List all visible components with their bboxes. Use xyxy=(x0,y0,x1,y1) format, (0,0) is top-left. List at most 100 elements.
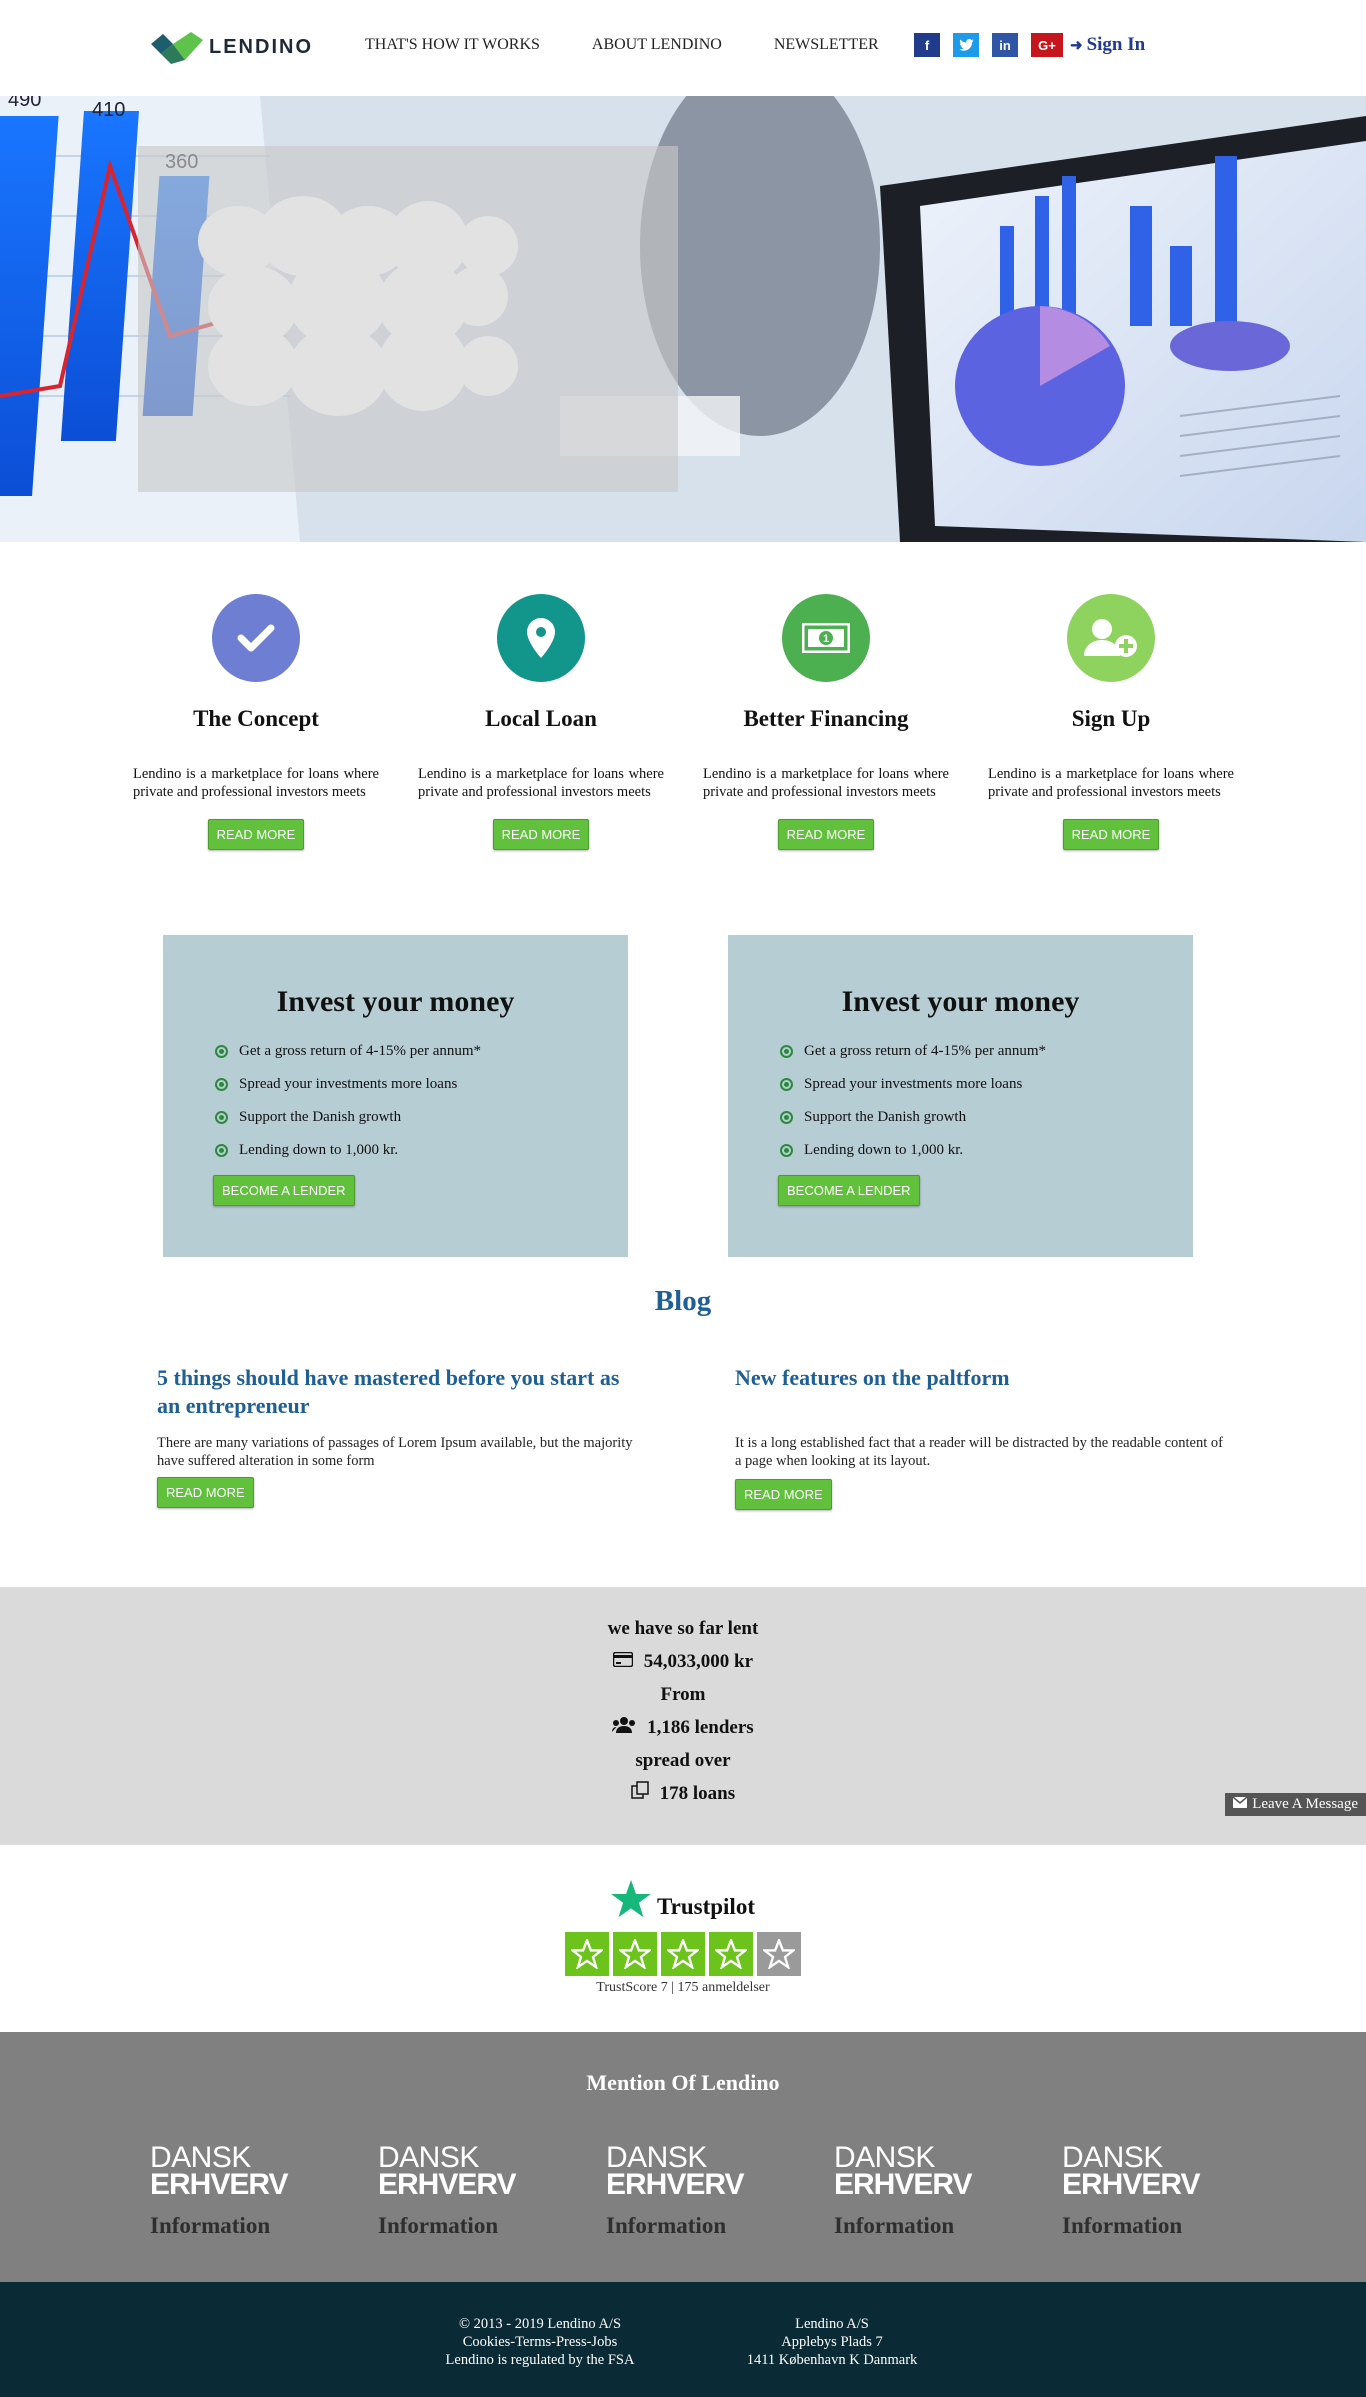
sign-in-icon: ➜ xyxy=(1070,37,1083,54)
feature-text: Lendino is a marketplace for loans where… xyxy=(988,766,1234,800)
hero-banner: 490 410 360 xyxy=(0,96,1366,542)
mention-logo[interactable]: DANSK ERHVERV Information xyxy=(150,2143,304,2239)
invest-benefits-list: Get a gross return of 4-15% per annum* S… xyxy=(163,1035,628,1167)
page: LENDINO THAT'S HOW IT WORKS ABOUT LENDIN… xyxy=(0,0,1366,2397)
social-links: f in G+ ➜ Sign In xyxy=(914,33,1145,57)
read-more-button[interactable]: READ MORE xyxy=(492,819,590,850)
feature-text: Lendino is a marketplace for loans where… xyxy=(703,766,949,800)
company-name: Lendino A/S xyxy=(795,2316,869,2332)
invest-title: Invest your money xyxy=(276,985,515,1018)
read-more-button[interactable]: READ MORE xyxy=(777,819,875,850)
mention-logo[interactable]: DANSK ERHVERV Information xyxy=(606,2143,760,2239)
post-title[interactable]: New features on the paltform xyxy=(735,1364,1225,1392)
radio-bullet-icon xyxy=(215,1111,228,1124)
blog-heading: Blog xyxy=(654,1285,712,1317)
radio-bullet-icon xyxy=(780,1144,793,1157)
linkedin-icon[interactable]: in xyxy=(992,33,1018,57)
trustpilot-header: Trustpilot xyxy=(0,1880,1366,1923)
leave-message-button[interactable]: Leave A Message xyxy=(1225,1793,1366,1816)
become-lender-button[interactable]: BECOME A LENDER xyxy=(778,1175,920,1206)
regulation-text: Lendino is regulated by the FSA xyxy=(445,2352,635,2368)
twitter-icon[interactable] xyxy=(953,33,979,57)
feature-title: Local Loan xyxy=(485,706,597,731)
credit-card-icon xyxy=(612,1651,638,1672)
nav-newsletter[interactable]: NEWSLETTER xyxy=(774,36,879,54)
stat-loans: 178 loans xyxy=(0,1777,1366,1810)
site-footer: © 2013 - 2019 Lendino A/S Cookies-Terms-… xyxy=(0,2282,1366,2397)
feature-local-loan: Local Loan Lendino is a marketplace for … xyxy=(418,594,664,850)
list-item: Spread your investments more loans xyxy=(215,1068,628,1101)
list-item: Lending down to 1,000 kr. xyxy=(215,1134,628,1167)
stat-lenders: 1,186 lenders xyxy=(0,1711,1366,1744)
stat-label: spread over xyxy=(635,1750,731,1771)
brand-name: LENDINO xyxy=(209,35,313,58)
feature-text: Lendino is a marketplace for loans where… xyxy=(418,766,664,800)
nav-about[interactable]: ABOUT LENDINO xyxy=(592,36,722,54)
invest-title: Invest your money xyxy=(841,985,1080,1018)
svg-text:410: 410 xyxy=(92,99,125,121)
footer-legal: © 2013 - 2019 Lendino A/S Cookies-Terms-… xyxy=(420,2315,660,2369)
mention-logo[interactable]: DANSK ERHVERV Information xyxy=(1062,2143,1216,2239)
sign-in-link[interactable]: ➜ Sign In xyxy=(1070,34,1145,56)
mention-logo[interactable]: DANSK ERHVERV Information xyxy=(834,2143,988,2239)
invest-panel: Invest your money Get a gross return of … xyxy=(163,935,628,1257)
radio-bullet-icon xyxy=(215,1045,228,1058)
feature-sign-up: Sign Up Lendino is a marketplace for loa… xyxy=(988,594,1234,850)
post-excerpt: It is a long established fact that a rea… xyxy=(735,1435,1223,1469)
feature-title: Better Financing xyxy=(743,706,909,731)
post-excerpt: There are many variations of passages of… xyxy=(157,1435,633,1469)
feature-text: Lendino is a marketplace for loans where… xyxy=(133,766,379,800)
radio-bullet-icon xyxy=(215,1078,228,1091)
logo[interactable]: LENDINO xyxy=(151,30,313,64)
copy-icon xyxy=(631,1781,654,1804)
read-more-button[interactable]: READ MORE xyxy=(1062,819,1160,850)
list-item: Spread your investments more loans xyxy=(780,1068,1193,1101)
rating-star-icon xyxy=(613,1932,657,1976)
list-item: Get a gross return of 4-15% per annum* xyxy=(780,1035,1193,1068)
rating-star-icon xyxy=(661,1932,705,1976)
copyright-text: © 2013 - 2019 Lendino A/S xyxy=(458,2316,622,2332)
svg-text:1: 1 xyxy=(823,633,829,645)
trust-score: TrustScore 7 | 175 anmeldelser xyxy=(596,1980,770,1995)
trustpilot-star-icon xyxy=(611,1880,651,1923)
invest-panel: Invest your money Get a gross return of … xyxy=(728,935,1193,1257)
trustpilot-name: Trustpilot xyxy=(657,1893,755,1919)
post-title[interactable]: 5 things should have mastered before you… xyxy=(157,1364,647,1420)
read-more-button[interactable]: READ MORE xyxy=(207,819,305,850)
stat-label: we have so far lent xyxy=(607,1618,759,1639)
list-item: Lending down to 1,000 kr. xyxy=(780,1134,1193,1167)
blog-post: New features on the paltform It is a lon… xyxy=(735,1364,1225,1510)
blog-post: 5 things should have mastered before you… xyxy=(157,1364,647,1508)
radio-bullet-icon xyxy=(780,1045,793,1058)
users-icon xyxy=(612,1717,641,1738)
stat-amount: 54,033,000 kr xyxy=(0,1645,1366,1678)
facebook-icon[interactable]: f xyxy=(914,33,940,57)
mentions-section: Mention Of Lendino DANSK ERHVERV Informati… xyxy=(0,2032,1366,2282)
lending-stats: we have so far lent 54,033,000 kr From 1… xyxy=(0,1587,1366,1845)
list-item: Support the Danish growth xyxy=(780,1101,1193,1134)
google-plus-icon[interactable]: G+ xyxy=(1031,33,1063,57)
radio-bullet-icon xyxy=(780,1078,793,1091)
invest-benefits-list: Get a gross return of 4-15% per annum* S… xyxy=(728,1035,1193,1167)
nav-how-it-works[interactable]: THAT'S HOW IT WORKS xyxy=(365,36,540,54)
rating-star-empty-icon xyxy=(757,1932,801,1976)
feature-concept: The Concept Lendino is a marketplace for… xyxy=(133,594,379,850)
mentions-title: Mention Of Lendino xyxy=(586,2070,780,2095)
trustpilot-rating xyxy=(0,1932,1366,1976)
become-lender-button[interactable]: BECOME A LENDER xyxy=(213,1175,355,1206)
stat-label: From xyxy=(660,1684,706,1705)
feature-title: The Concept xyxy=(193,706,319,731)
map-pin-icon xyxy=(497,594,585,682)
read-more-button[interactable]: READ MORE xyxy=(157,1477,254,1508)
mention-logo[interactable]: DANSK ERHVERV Information xyxy=(378,2143,532,2239)
street-address: Applebys Plads 7 xyxy=(781,2334,883,2350)
hero-overlay-panel xyxy=(138,146,678,492)
trustpilot-widget[interactable]: Trustpilot TrustScore 7 | 175 anmeldelse… xyxy=(0,1880,1366,1996)
svg-text:490: 490 xyxy=(8,96,41,111)
sign-in-label: Sign In xyxy=(1086,34,1146,55)
read-more-button[interactable]: READ MORE xyxy=(735,1479,832,1510)
logo-mark-icon xyxy=(151,30,203,64)
envelope-icon xyxy=(1232,1796,1248,1813)
footer-links[interactable]: Cookies-Terms-Press-Jobs xyxy=(420,2333,660,2351)
rating-star-icon xyxy=(565,1932,609,1976)
